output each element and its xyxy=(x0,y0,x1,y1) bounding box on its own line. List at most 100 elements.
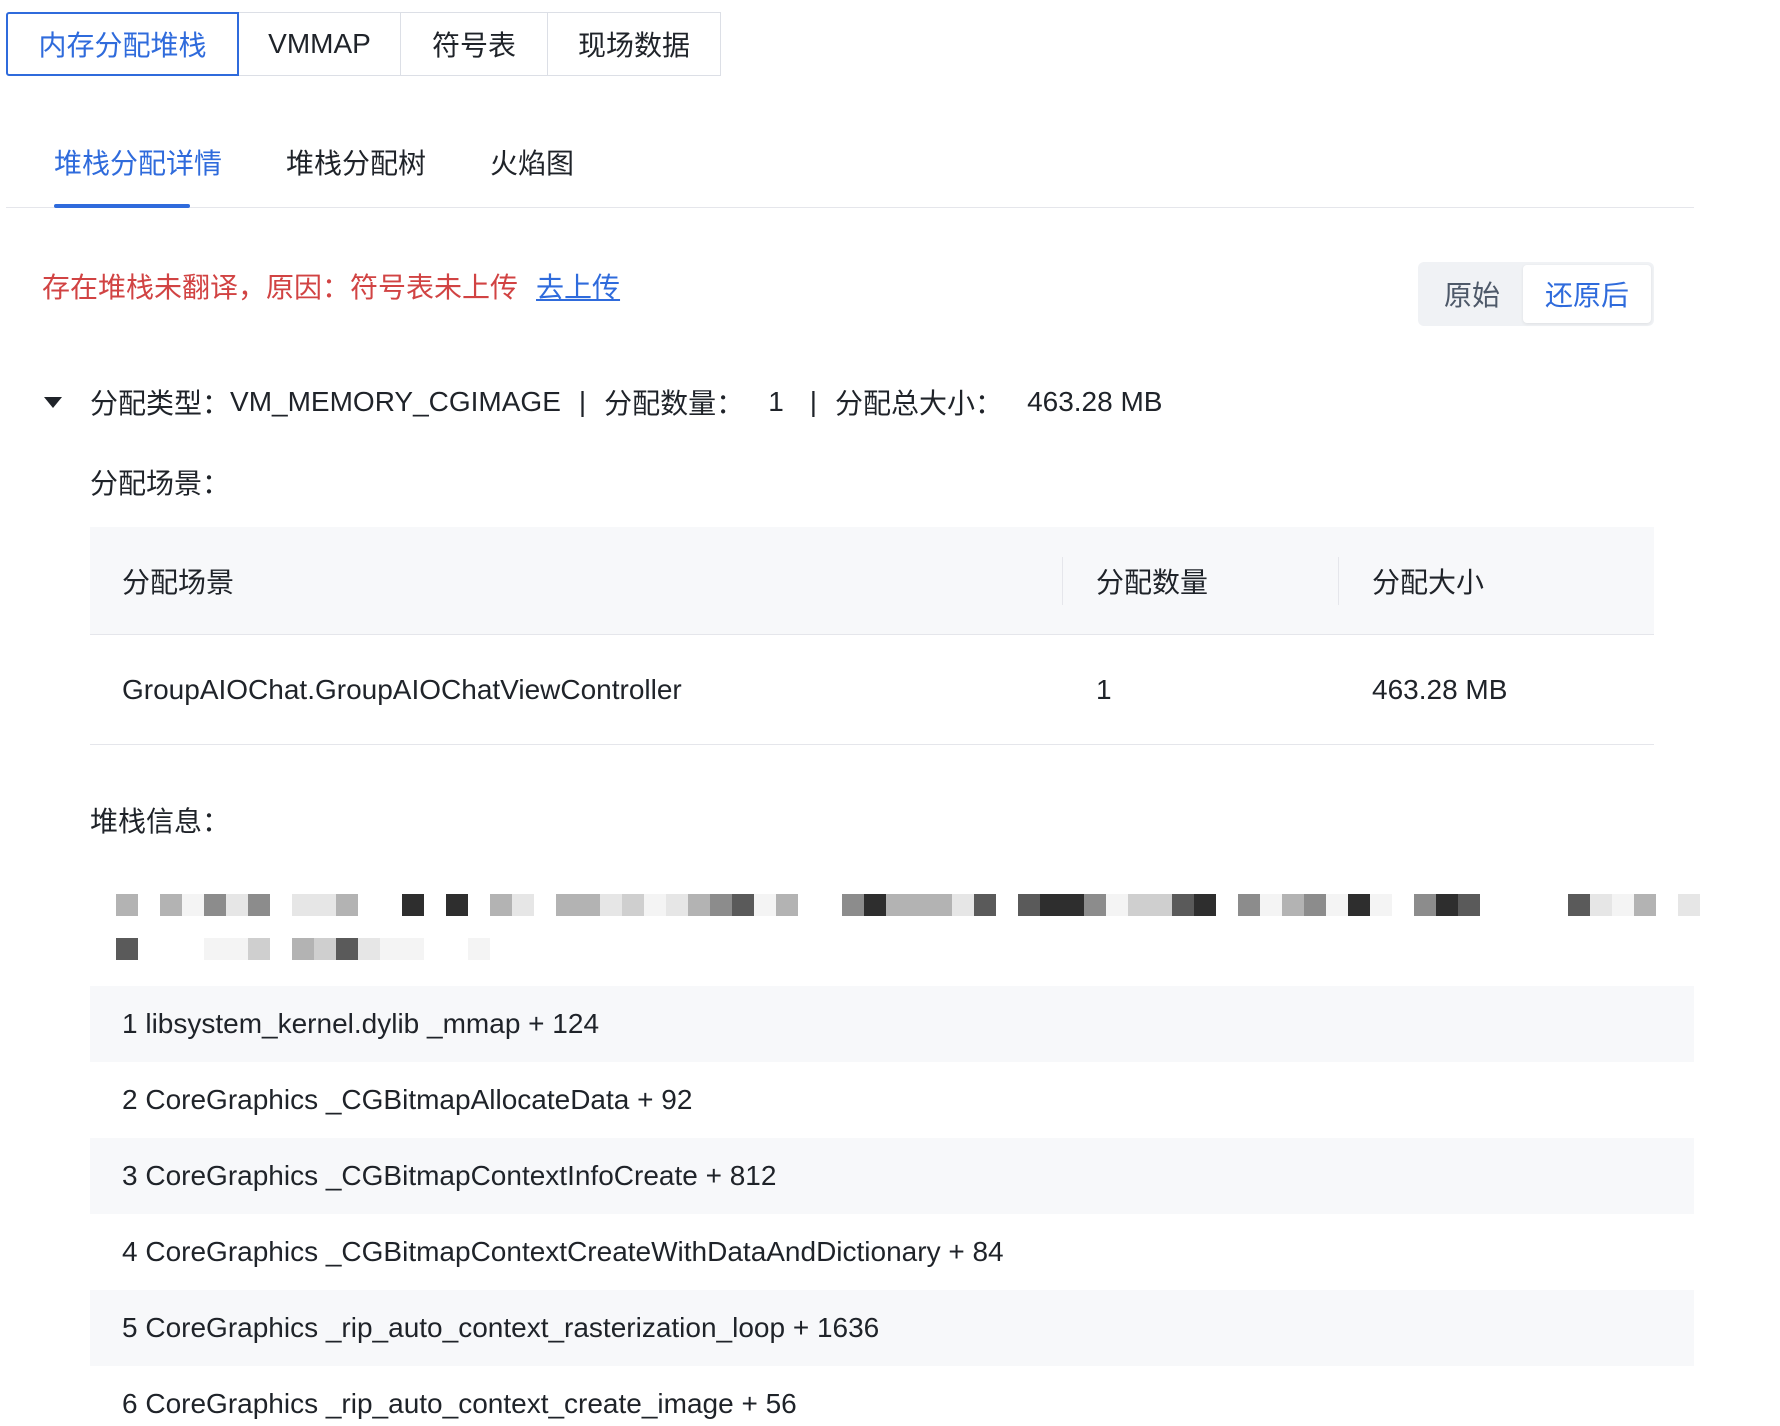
mosaic-pixel xyxy=(116,938,138,960)
view-mode-toggle: 原始 还原后 xyxy=(1418,262,1654,326)
list-item: 3 CoreGraphics _CGBitmapContextInfoCreat… xyxy=(90,1138,1694,1214)
mosaic-pixel xyxy=(556,894,578,916)
mosaic-pixel xyxy=(182,894,204,916)
row-scene: GroupAIOChat.GroupAIOChatViewController xyxy=(122,673,682,705)
mosaic-pixel xyxy=(226,938,248,960)
tab-live-data[interactable]: 现场数据 xyxy=(548,12,721,76)
top-tab-bar: 内存分配堆栈 VMMAP 符号表 现场数据 xyxy=(6,12,721,76)
mosaic-pixel xyxy=(468,938,490,960)
tab-stack-alloc-tree[interactable]: 堆栈分配树 xyxy=(286,142,426,182)
mosaic-pixel xyxy=(1590,894,1612,916)
toggle-original[interactable]: 原始 xyxy=(1421,265,1523,323)
mosaic-pixel xyxy=(1238,894,1260,916)
list-item: 4 CoreGraphics _CGBitmapContextCreateWit… xyxy=(122,1236,1004,1267)
caret-down-icon[interactable] xyxy=(44,396,62,408)
alloc-type-label: 分配类型： xyxy=(90,388,231,419)
mosaic-pixel xyxy=(1326,894,1348,916)
mosaic-pixel xyxy=(204,894,226,916)
header-scene: 分配场景 xyxy=(122,566,235,598)
tab-memory-alloc-stack[interactable]: 内存分配堆栈 xyxy=(6,12,239,76)
mosaic-pixel xyxy=(512,894,534,916)
alloc-type-value: VM_MEMORY_CGIMAGE xyxy=(230,386,561,417)
mosaic-pixel xyxy=(358,938,380,960)
mosaic-pixel xyxy=(886,894,908,916)
mosaic-pixel xyxy=(1018,894,1040,916)
mosaic-pixel xyxy=(732,894,754,916)
separator: | xyxy=(578,386,587,417)
mosaic-pixel xyxy=(1304,894,1326,916)
mosaic-pixel xyxy=(1128,894,1150,916)
mosaic-pixel xyxy=(1612,894,1634,916)
mosaic-pixel xyxy=(1678,894,1700,916)
mosaic-pixel xyxy=(1568,894,1590,916)
mosaic-pixel xyxy=(1458,894,1480,916)
scene-section-label: 分配场景： xyxy=(90,468,231,499)
mosaic-pixel xyxy=(842,894,864,916)
mosaic-pixel xyxy=(776,894,798,916)
mosaic-pixel xyxy=(622,894,644,916)
mosaic-pixel xyxy=(710,894,732,916)
mosaic-pixel xyxy=(336,894,358,916)
mosaic-pixel xyxy=(908,894,930,916)
alloc-size-label: 分配总大小： xyxy=(835,388,1004,419)
redacted-mosaic xyxy=(116,894,1700,964)
tab-flame-graph[interactable]: 火焰图 xyxy=(490,142,574,182)
tab-stack-alloc-detail[interactable]: 堆栈分配详情 xyxy=(54,142,222,182)
tab-vmmap[interactable]: VMMAP xyxy=(239,12,401,76)
mosaic-pixel xyxy=(402,894,424,916)
row-count: 1 xyxy=(1096,673,1112,705)
mosaic-pixel xyxy=(292,894,314,916)
separator: | xyxy=(809,386,818,417)
column-divider xyxy=(1062,557,1063,605)
mosaic-pixel xyxy=(952,894,974,916)
mosaic-pixel xyxy=(1040,894,1062,916)
mosaic-pixel xyxy=(1194,894,1216,916)
allocation-summary: 分配类型： VM_MEMORY_CGIMAGE | 分配数量： 1 | 分配总大… xyxy=(44,384,1162,420)
mosaic-pixel xyxy=(1106,894,1128,916)
list-item: 6 CoreGraphics _rip_auto_context_create_… xyxy=(122,1388,797,1419)
mosaic-pixel xyxy=(600,894,622,916)
mosaic-pixel xyxy=(226,894,248,916)
mosaic-pixel xyxy=(666,894,688,916)
warning-text: 存在堆栈未翻译，原因：符号表未上传 xyxy=(42,272,519,303)
mosaic-pixel xyxy=(1172,894,1194,916)
mosaic-pixel xyxy=(578,894,600,916)
mosaic-pixel xyxy=(1282,894,1304,916)
mosaic-pixel xyxy=(1436,894,1458,916)
row-size: 463.28 MB xyxy=(1372,673,1508,705)
mosaic-pixel xyxy=(688,894,710,916)
mosaic-pixel xyxy=(380,938,402,960)
alloc-count-value: 1 xyxy=(768,386,784,417)
upload-link[interactable]: 去上传 xyxy=(536,272,620,303)
mosaic-pixel xyxy=(1414,894,1436,916)
list-item: 5 CoreGraphics _rip_auto_context_rasteri… xyxy=(90,1290,1694,1366)
mosaic-pixel xyxy=(116,894,138,916)
mosaic-pixel xyxy=(1062,894,1084,916)
active-tab-underline xyxy=(54,204,190,208)
mosaic-pixel xyxy=(160,894,182,916)
toggle-restored[interactable]: 还原后 xyxy=(1523,265,1651,323)
mosaic-pixel xyxy=(930,894,952,916)
alloc-size-value: 463.28 MB xyxy=(1027,386,1163,417)
table-header: 分配场景 分配数量 分配大小 xyxy=(90,527,1654,635)
mosaic-pixel xyxy=(1260,894,1282,916)
mosaic-pixel xyxy=(1370,894,1392,916)
mosaic-pixel xyxy=(644,894,666,916)
table-row: GroupAIOChat.GroupAIOChatViewController … xyxy=(90,635,1654,745)
mosaic-pixel xyxy=(314,938,336,960)
list-item: 1 libsystem_kernel.dylib _mmap + 124 xyxy=(90,986,1694,1062)
tab-symbol-table[interactable]: 符号表 xyxy=(401,12,548,76)
mosaic-pixel xyxy=(248,894,270,916)
mosaic-pixel xyxy=(754,894,776,916)
mosaic-pixel xyxy=(1634,894,1656,916)
header-count: 分配数量 xyxy=(1096,566,1209,598)
list-item: 2 CoreGraphics _CGBitmapAllocateData + 9… xyxy=(122,1084,693,1115)
header-size: 分配大小 xyxy=(1372,566,1485,598)
mosaic-pixel xyxy=(248,938,270,960)
mosaic-pixel xyxy=(974,894,996,916)
mosaic-pixel xyxy=(292,938,314,960)
mosaic-pixel xyxy=(490,894,512,916)
untranslated-stack-warning: 存在堆栈未翻译，原因：符号表未上传 去上传 xyxy=(42,266,620,306)
mosaic-pixel xyxy=(1084,894,1106,916)
mosaic-pixel xyxy=(336,938,358,960)
